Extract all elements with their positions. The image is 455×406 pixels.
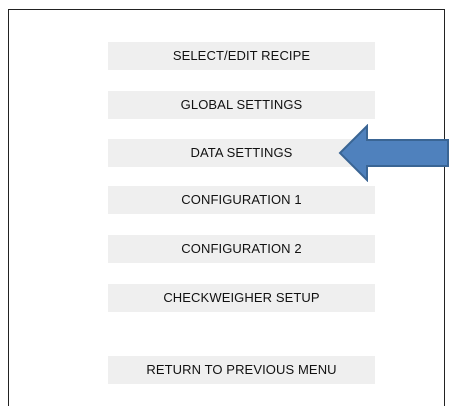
return-to-previous-menu-button[interactable]: RETURN TO PREVIOUS MENU [108, 356, 375, 384]
configuration-1-button[interactable]: CONFIGURATION 1 [108, 186, 375, 214]
global-settings-button[interactable]: GLOBAL SETTINGS [108, 91, 375, 119]
select-edit-recipe-button[interactable]: SELECT/EDIT RECIPE [108, 42, 375, 70]
checkweigher-setup-button[interactable]: CHECKWEIGHER SETUP [108, 284, 375, 312]
left-arrow-icon [338, 124, 449, 182]
configuration-2-button[interactable]: CONFIGURATION 2 [108, 235, 375, 263]
data-settings-button[interactable]: DATA SETTINGS [108, 139, 375, 167]
